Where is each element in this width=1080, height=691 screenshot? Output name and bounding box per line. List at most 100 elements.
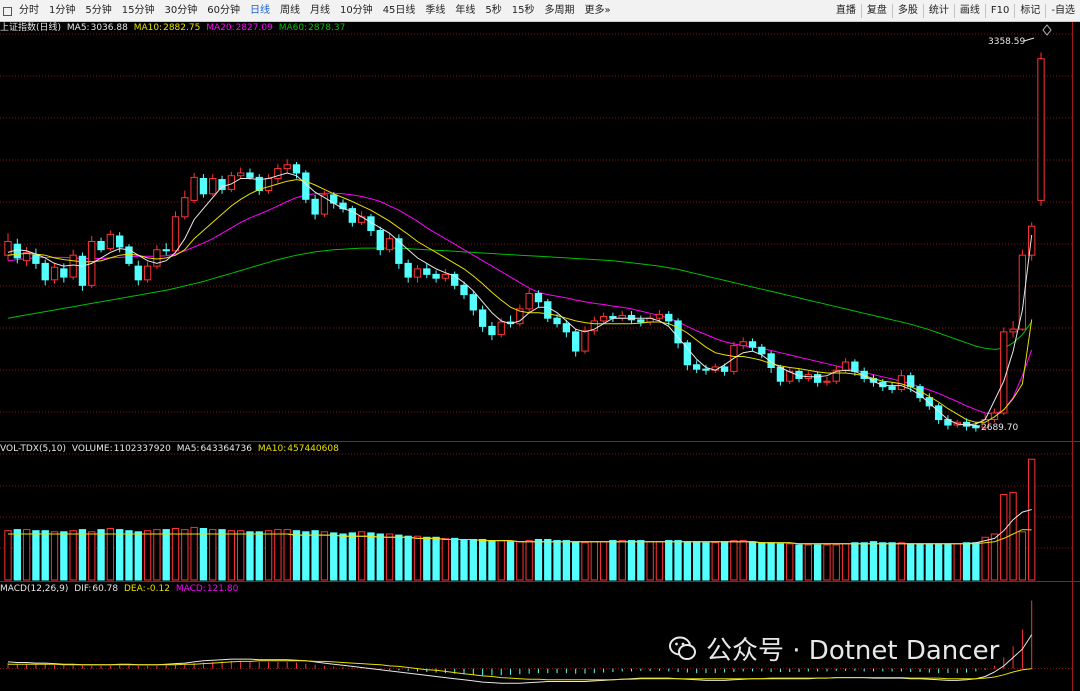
volume-bar-26	[246, 531, 254, 581]
candle-body-96	[897, 375, 906, 390]
candle-body-104	[972, 425, 980, 429]
volume-bar-29	[274, 529, 282, 581]
candle-body-59	[553, 317, 561, 325]
candle-body-44	[413, 268, 422, 278]
candle-body-8	[78, 255, 87, 286]
volume-bar-61	[572, 541, 580, 581]
candle-body-45	[423, 268, 431, 275]
volume-bar-42	[395, 534, 403, 581]
candle-body-79	[739, 341, 747, 347]
volume-bar-48	[451, 537, 459, 581]
volume-bar-21	[199, 528, 208, 581]
volume-bar-44	[413, 535, 422, 581]
volume-bar-46	[432, 536, 440, 581]
candle-body-23	[218, 179, 226, 190]
candle-body-6	[60, 268, 68, 278]
volume-bar-100	[934, 543, 943, 581]
candle-body-87	[813, 374, 822, 383]
high-price-arrow	[1023, 37, 1035, 42]
volume-bar-36	[339, 533, 347, 581]
kline-chart[interactable]: 3358.59 2689.70	[0, 0, 1080, 691]
volume-bar-74	[693, 541, 701, 581]
volume-bar-13	[125, 530, 133, 581]
candle-body-71	[665, 313, 673, 322]
volume-bar-60	[562, 540, 571, 581]
candle-body-52	[488, 325, 496, 336]
candle-body-61	[572, 331, 580, 352]
volume-bar-109	[1018, 531, 1027, 581]
volume-bar-67	[627, 540, 636, 581]
watermark-text: 公众号 · Dotnet Dancer	[706, 636, 1000, 666]
volume-bar-88	[823, 544, 831, 581]
low-price-label: 2689.70	[981, 423, 1018, 433]
volume-bar-18	[171, 528, 180, 581]
candle-body-62	[581, 330, 589, 352]
candle-body-49	[460, 284, 468, 296]
volume-bar-87	[813, 544, 822, 581]
volume-bar-72	[674, 540, 682, 581]
candle-body-41	[385, 238, 394, 251]
candle-body-5	[50, 266, 59, 281]
candle-body-4	[41, 262, 49, 281]
candle-body-19	[181, 197, 189, 218]
volume-bar-59	[553, 540, 561, 581]
volume-bar-2	[22, 529, 31, 581]
candle-body-10	[97, 240, 105, 251]
volume-bar-84	[786, 543, 794, 581]
volume-bar-85	[795, 544, 803, 581]
volume-bar-28	[264, 530, 273, 581]
volume-bar-10	[97, 529, 105, 581]
ma20-line	[7, 192, 1033, 415]
volume-bar-56	[525, 540, 533, 581]
volume-bar-83	[776, 543, 785, 581]
candle-body-29	[274, 168, 282, 179]
watermark: 公众号 · Dotnet Dancer	[668, 630, 999, 667]
ma60-polyline	[7, 247, 1033, 350]
volume-bar-105	[981, 536, 989, 581]
candle-body-47	[441, 273, 450, 279]
volume-bar-99	[925, 543, 933, 581]
candle-body-1	[13, 243, 21, 259]
volume-bar-7	[69, 530, 77, 581]
candle-body-64	[599, 316, 608, 322]
volume-bar-53	[497, 540, 505, 581]
volume-bar-98	[916, 543, 924, 581]
volume-bar-82	[767, 542, 775, 581]
volume-bar-89	[832, 544, 840, 581]
volume-bar-1	[13, 529, 21, 581]
candle-body-7	[69, 254, 77, 278]
candle-body-22	[209, 177, 217, 195]
low-price-arrow	[968, 424, 981, 427]
volume-bar-19	[181, 529, 189, 581]
volume-bar-90	[841, 543, 850, 581]
volume-bar-35	[330, 532, 338, 581]
candle-body-17	[162, 249, 170, 252]
volume-bar-8	[78, 529, 87, 581]
candle-body-12	[116, 235, 124, 248]
ma60-line	[7, 247, 1033, 350]
grid-lines	[0, 22, 1080, 691]
candle-body-20	[190, 176, 198, 201]
candle-body-46	[432, 273, 440, 279]
candle-body-28	[264, 177, 273, 192]
volume-bar-34	[320, 531, 329, 581]
volume-bar-77	[720, 541, 729, 581]
volume-ma5-polyline	[8, 509, 1032, 545]
volume-bar-49	[460, 538, 468, 581]
volume-ma10-polyline	[8, 529, 1032, 545]
candle-body-68	[637, 319, 645, 323]
candle-body-40	[376, 230, 384, 251]
volume-bar-6	[60, 531, 68, 581]
volume-bar-30	[283, 529, 291, 581]
candle-body-53	[497, 321, 505, 336]
candle-body-75	[702, 368, 710, 371]
volume-bar-91	[851, 542, 859, 581]
volume-bar-86	[804, 544, 813, 581]
volume-bar-58	[544, 538, 552, 581]
candle-body-14	[134, 265, 142, 281]
candle-body-97	[907, 375, 915, 388]
volume-bar-57	[534, 538, 543, 581]
volume-bar-80	[748, 541, 757, 581]
candle-body-108	[1009, 328, 1017, 333]
high-price-label: 3358.59	[988, 37, 1025, 47]
